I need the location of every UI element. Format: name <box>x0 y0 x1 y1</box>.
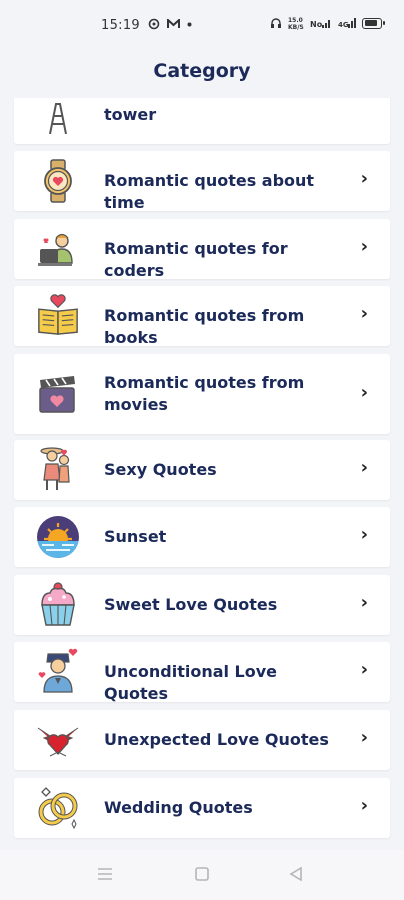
couple-icon <box>36 446 80 490</box>
person-heart-icon <box>36 648 80 693</box>
category-item-wedding-quotes[interactable]: Wedding Quotes › <box>14 778 390 838</box>
svg-text:KB/S: KB/S <box>288 24 304 30</box>
category-label: Sweet Love Quotes <box>104 595 278 614</box>
speed-text-icon: 15.0KB/S <box>288 17 304 30</box>
svg-text:4G: 4G <box>338 21 349 29</box>
menu-icon[interactable] <box>96 866 114 886</box>
book-icon <box>36 292 80 336</box>
category-label: Romantic quotes for coders <box>104 239 288 280</box>
category-label: Romantic quotes from movies <box>104 373 305 414</box>
chevron-right-icon: › <box>360 168 368 189</box>
category-item-sunset[interactable]: Sunset › <box>14 507 390 567</box>
category-label: Sexy Quotes <box>104 460 217 479</box>
chevron-right-icon: › <box>360 303 368 324</box>
signal-icon: No <box>310 20 330 29</box>
category-item-tower[interactable]: tower <box>14 98 390 144</box>
chevron-right-icon: › <box>360 592 368 613</box>
category-item-romantic-quotes-from-books[interactable]: Romantic quotes from books › <box>14 286 390 347</box>
status-bar: 15:19 15.0 KB/S No 4G <box>0 0 404 50</box>
chevron-right-icon: › <box>360 236 368 257</box>
page-title: Category <box>153 60 251 82</box>
winged-heart-icon <box>36 718 80 762</box>
chevron-right-icon: › <box>360 727 368 748</box>
category-item-sexy-quotes[interactable]: Sexy Quotes › <box>14 440 390 500</box>
category-label: Sunset <box>104 527 167 546</box>
status-icons-right: 15.0 KB/S No 4G <box>270 16 385 30</box>
clapperboard-icon <box>36 372 80 416</box>
status-time: 15:19 <box>101 18 140 33</box>
category-list[interactable]: tower Romantic quotes about time › Roman… <box>0 98 404 850</box>
category-label: Unexpected Love Quotes <box>104 730 329 749</box>
home-square-icon[interactable] <box>194 866 210 886</box>
cupcake-icon <box>36 582 80 626</box>
chevron-right-icon: › <box>360 795 368 816</box>
m-icon <box>167 19 180 28</box>
category-item-sweet-love-quotes[interactable]: Sweet Love Quotes › <box>14 575 390 635</box>
category-item-unconditional-love-quotes[interactable]: Unconditional Love Quotes › <box>14 642 390 703</box>
category-item-romantic-quotes-from-movies[interactable]: Romantic quotes from movies › <box>14 354 390 434</box>
coder-icon <box>36 227 80 271</box>
chevron-right-icon: › <box>360 524 368 545</box>
status-icons-left <box>148 18 192 30</box>
tower-icon <box>36 98 80 136</box>
settings-circle-icon <box>148 18 160 30</box>
watch-icon <box>36 159 80 203</box>
chevron-right-icon: › <box>360 382 368 403</box>
headphones-icon <box>271 18 281 28</box>
signal-icon-2: 4G <box>338 18 356 29</box>
category-item-romantic-quotes-for-coders[interactable]: Romantic quotes for coders › <box>14 219 390 280</box>
rings-icon <box>36 786 80 830</box>
sunset-icon <box>36 515 80 559</box>
category-label: Romantic quotes from books <box>104 306 305 347</box>
system-nav-bar <box>0 850 404 900</box>
svg-text:No: No <box>310 20 323 29</box>
category-item-romantic-quotes-about-time[interactable]: Romantic quotes about time › <box>14 151 390 212</box>
svg-text:15.0: 15.0 <box>288 17 303 24</box>
category-label: tower <box>104 105 157 124</box>
category-label: Romantic quotes about time <box>104 171 315 212</box>
battery-icon <box>362 17 385 29</box>
chevron-right-icon: › <box>360 457 368 478</box>
category-item-unexpected-love-quotes[interactable]: Unexpected Love Quotes › <box>14 710 390 770</box>
category-label: Unconditional Love Quotes <box>104 662 278 703</box>
back-triangle-icon[interactable] <box>288 866 304 886</box>
chevron-right-icon: › <box>360 659 368 680</box>
category-label: Wedding Quotes <box>104 798 253 817</box>
dot-icon <box>187 22 192 26</box>
